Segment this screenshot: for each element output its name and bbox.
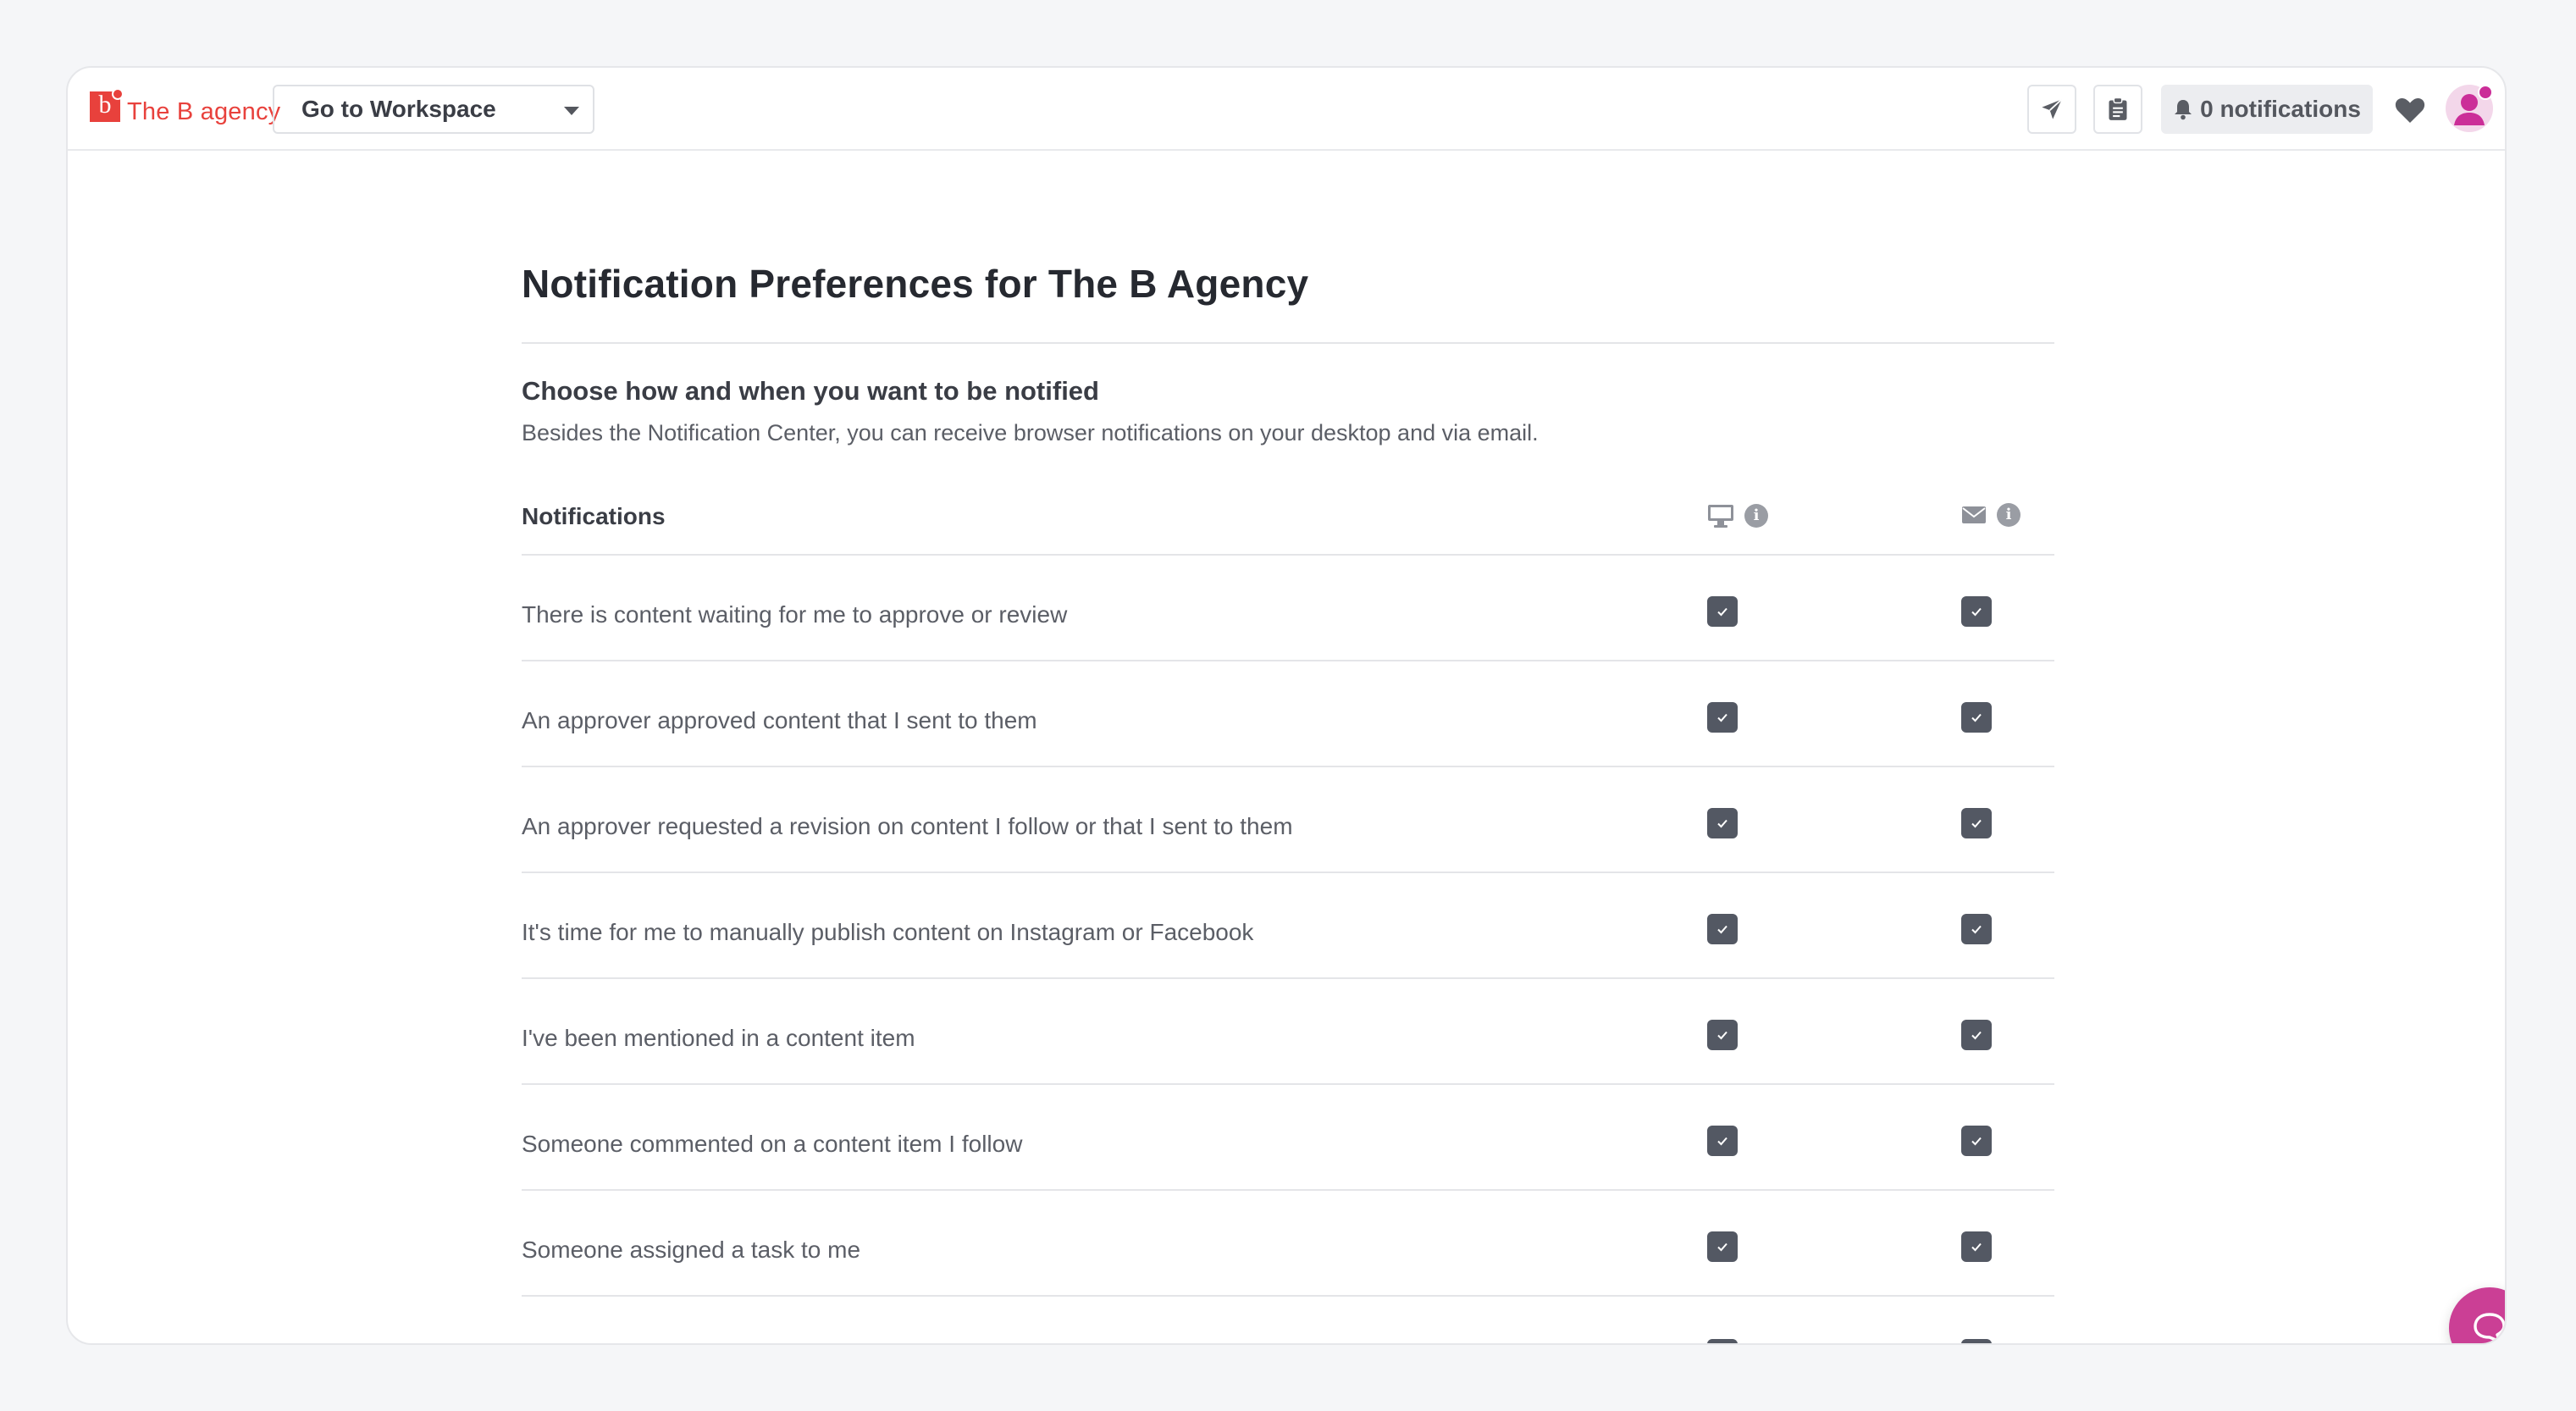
section-heading: Choose how and when you want to be notif… (522, 376, 1099, 406)
email-checkbox[interactable] (1961, 702, 1992, 733)
notification-label: Someone commented on a content item I fo… (522, 1131, 1023, 1157)
checkmark-icon (1971, 1137, 1982, 1146)
email-checkbox[interactable] (1961, 596, 1992, 627)
clipboard-button[interactable] (2093, 85, 2142, 134)
checkmark-icon (1971, 819, 1982, 828)
desktop-column-header: i (1707, 503, 1768, 528)
checkmark-icon (1717, 607, 1727, 617)
table-row (522, 1297, 2054, 1343)
email-checkbox[interactable] (1961, 1020, 1992, 1050)
desktop-checkbox[interactable] (1707, 596, 1738, 627)
chat-widget-button[interactable] (2449, 1287, 2505, 1343)
user-menu[interactable] (2444, 83, 2495, 134)
info-icon[interactable]: i (1744, 504, 1768, 528)
email-checkbox[interactable] (1961, 1126, 1992, 1156)
notification-list: There is content waiting for me to appro… (522, 556, 2054, 1343)
desktop-checkbox[interactable] (1707, 702, 1738, 733)
email-checkbox[interactable] (1961, 808, 1992, 838)
checkmark-icon (1717, 925, 1727, 934)
send-button[interactable] (2027, 85, 2076, 134)
brand-logo[interactable]: b The B agency (90, 88, 281, 126)
clipboard-icon (2109, 97, 2127, 120)
notifications-count: 0 notifications (2200, 96, 2361, 122)
table-row: Someone commented on a content item I fo… (522, 1085, 2054, 1191)
desktop-checkbox[interactable] (1707, 1126, 1738, 1156)
desktop-checkbox[interactable] (1707, 1339, 1738, 1343)
notifications-button[interactable]: 0 notifications (2161, 85, 2373, 134)
email-checkbox[interactable] (1961, 1339, 1992, 1343)
desktop-checkbox[interactable] (1707, 1231, 1738, 1262)
checkmark-icon (1717, 1137, 1727, 1146)
table-row: An approver requested a revision on cont… (522, 767, 2054, 873)
info-icon[interactable]: i (1997, 503, 2020, 527)
checkmark-icon (1971, 607, 1982, 617)
paper-plane-icon (2042, 98, 2063, 119)
table-row: There is content waiting for me to appro… (522, 556, 2054, 661)
notification-label: Someone assigned a task to me (522, 1237, 861, 1263)
checkmark-icon (1971, 1242, 1982, 1252)
notification-indicator (2478, 85, 2493, 100)
table-header: Notifications i i (522, 495, 2054, 542)
table-row: Someone assigned a task to me (522, 1191, 2054, 1297)
notifications-column-label: Notifications (522, 503, 666, 529)
heart-icon (2395, 98, 2425, 123)
checkmark-icon (1971, 925, 1982, 934)
chat-bubble-icon (2474, 1313, 2505, 1343)
bell-icon (2175, 100, 2192, 120)
chevron-down-icon (564, 107, 579, 115)
notification-label: It's time for me to manually publish con… (522, 919, 1254, 945)
email-checkbox[interactable] (1961, 914, 1992, 944)
notification-label: An approver approved content that I sent… (522, 707, 1037, 733)
checkmark-icon (1717, 819, 1727, 828)
desktop-checkbox[interactable] (1707, 914, 1738, 944)
envelope-icon (1962, 506, 1986, 523)
app-window: b The B agency Go to Workspace 0 notific… (66, 66, 2507, 1345)
email-checkbox[interactable] (1961, 1231, 1992, 1262)
table-row: An approver approved content that I sent… (522, 661, 2054, 767)
notification-label: I've been mentioned in a content item (522, 1025, 915, 1051)
top-navigation-bar: b The B agency Go to Workspace 0 notific… (68, 68, 2505, 151)
workspace-select-label: Go to Workspace (301, 96, 496, 122)
checkmark-icon (1971, 1031, 1982, 1040)
divider (522, 342, 2054, 344)
notification-label: An approver requested a revision on cont… (522, 813, 1293, 839)
checkmark-icon (1717, 713, 1727, 722)
table-row: It's time for me to manually publish con… (522, 873, 2054, 979)
table-row: I've been mentioned in a content item (522, 979, 2054, 1085)
desktop-checkbox[interactable] (1707, 1020, 1738, 1050)
favorites-button[interactable] (2393, 93, 2427, 127)
desktop-checkbox[interactable] (1707, 808, 1738, 838)
brand-name: The B agency (127, 98, 281, 125)
section-description: Besides the Notification Center, you can… (522, 420, 1539, 445)
email-column-header: i (1961, 503, 2020, 527)
checkmark-icon (1971, 713, 1982, 722)
logo-mark: b (90, 88, 124, 122)
notification-label: There is content waiting for me to appro… (522, 601, 1068, 628)
desktop-icon (1708, 505, 1733, 528)
page-title: Notification Preferences for The B Agenc… (522, 262, 1309, 306)
checkmark-icon (1717, 1242, 1727, 1252)
workspace-select[interactable]: Go to Workspace (273, 85, 594, 134)
checkmark-icon (1717, 1031, 1727, 1040)
